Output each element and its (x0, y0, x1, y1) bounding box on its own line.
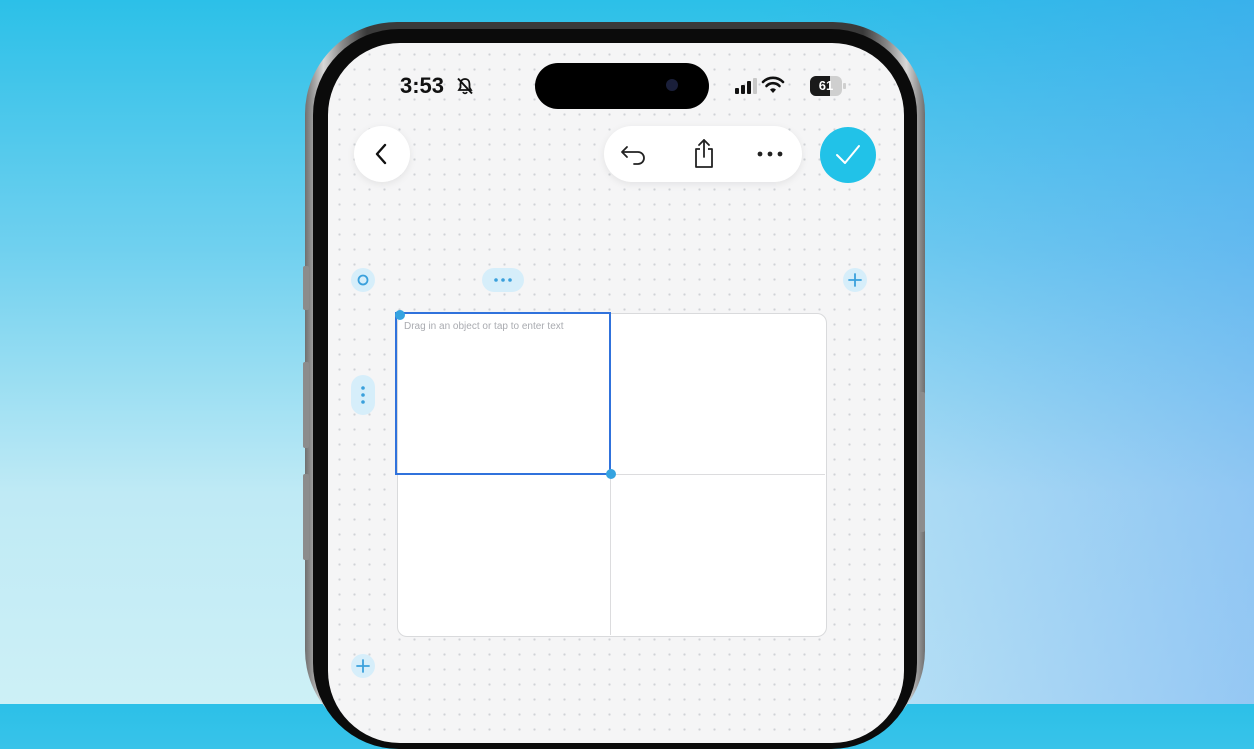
camera-icon (666, 79, 678, 91)
row-options-handle[interactable] (351, 375, 375, 415)
add-column-button[interactable] (843, 268, 867, 292)
more-button[interactable] (742, 126, 798, 182)
cell-placeholder-text: Drag in an object or tap to enter text (404, 321, 564, 332)
status-time: 3:53 (400, 73, 445, 98)
action-button (303, 266, 309, 310)
done-button[interactable] (820, 127, 876, 183)
column-options-handle[interactable] (482, 268, 524, 292)
battery-percent: 61 (818, 78, 834, 93)
bell-slash-icon (457, 77, 473, 95)
volume-up-button (303, 362, 309, 448)
selection-start-handle[interactable] (395, 310, 405, 320)
selection-end-handle[interactable] (606, 469, 616, 479)
share-icon (695, 139, 713, 168)
back-button[interactable] (354, 126, 410, 182)
dynamic-island (535, 63, 709, 109)
checkmark-icon (836, 145, 860, 164)
ellipsis-vertical-icon (361, 386, 365, 404)
wifi-icon (761, 76, 785, 93)
chevron-left-icon (375, 143, 387, 165)
table-cell-r2c2[interactable] (611, 475, 824, 634)
circle-icon (357, 274, 369, 286)
side-button (919, 392, 925, 532)
undo-button[interactable] (606, 126, 662, 182)
add-row-button[interactable] (351, 654, 375, 678)
cellular-signal-icon (735, 78, 757, 94)
share-button[interactable] (676, 126, 732, 182)
table-cell-r1c2[interactable] (611, 314, 824, 474)
battery-icon: 61 (810, 76, 846, 96)
more-icon (757, 151, 783, 157)
ellipsis-horizontal-icon (494, 278, 512, 282)
undo-icon (621, 146, 645, 165)
table-cell-r2c1[interactable] (398, 475, 610, 634)
volume-down-button (303, 474, 309, 560)
plus-icon (356, 659, 370, 673)
plus-icon (848, 273, 862, 287)
table-cell-r1c1-selected[interactable] (395, 312, 611, 475)
top-toolbar (604, 126, 802, 182)
screen: 3:53 61 Drag in an object or tap to ente… (328, 43, 904, 743)
select-table-handle[interactable] (351, 268, 375, 292)
